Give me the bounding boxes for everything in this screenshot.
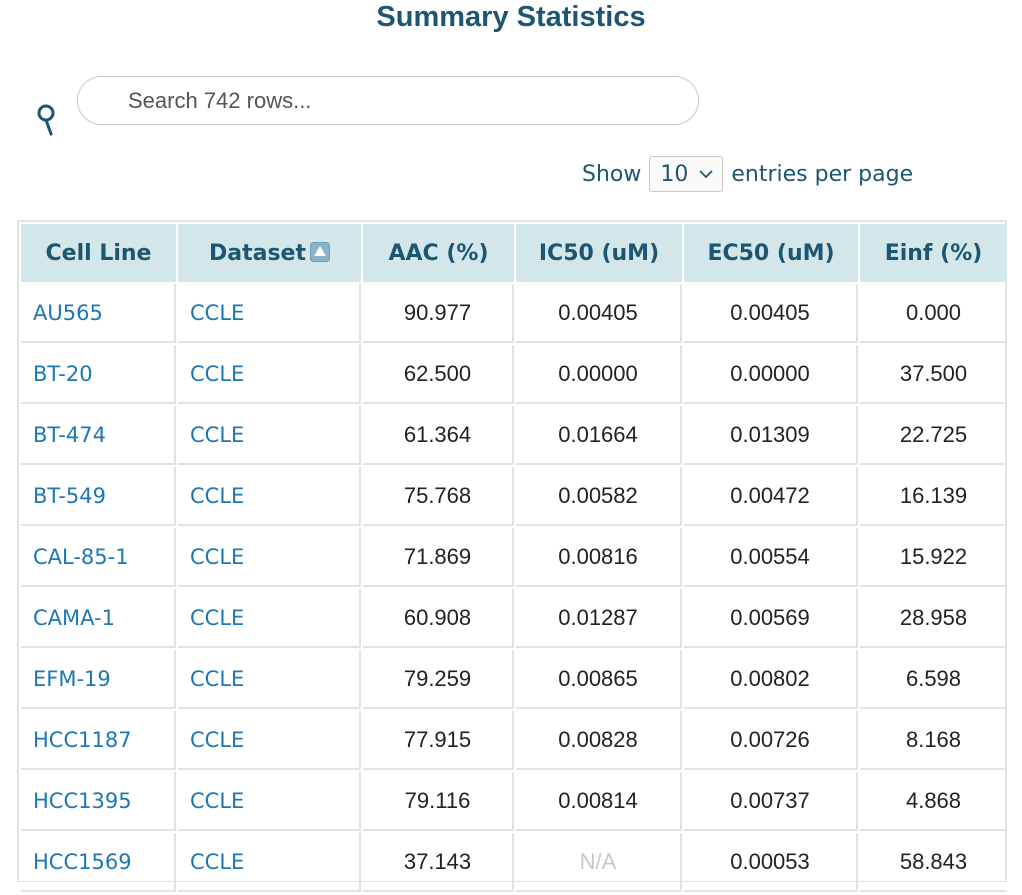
ec50-cell: 0.00569 [684,589,858,648]
aac-cell: 90.977 [363,284,514,343]
aac-cell: 71.869 [363,528,514,587]
cell-line-link[interactable]: HCC1569 [21,833,176,892]
sort-ascending-icon [310,241,330,262]
summary-table: Cell Line Dataset AAC (%) IC50 (uM) EC50… [19,222,1009,894]
ic50-cell: N/A [516,833,682,892]
table-row: HCC1187 CCLE 77.915 0.00828 0.00726 8.168 [21,711,1007,770]
einf-cell: 37.500 [860,345,1007,404]
ic50-cell: 0.00865 [516,650,682,709]
column-header-einf[interactable]: Einf (%) [860,224,1007,282]
cell-line-link[interactable]: AU565 [21,284,176,343]
ic50-cell: 0.00582 [516,467,682,526]
cell-line-link[interactable]: CAL-85-1 [21,528,176,587]
cell-line-link[interactable]: CAMA-1 [21,589,176,648]
ic50-cell: 0.00816 [516,528,682,587]
einf-cell: 16.139 [860,467,1007,526]
ec50-cell: 0.00000 [684,345,858,404]
dataset-link[interactable]: CCLE [178,467,361,526]
page-size-value: 10 [660,161,689,187]
aac-cell: 60.908 [363,589,514,648]
dataset-link[interactable]: CCLE [178,528,361,587]
table-row: BT-20 CCLE 62.500 0.00000 0.00000 37.500 [21,345,1007,404]
ec50-cell: 0.00472 [684,467,858,526]
table-row: HCC1395 CCLE 79.116 0.00814 0.00737 4.868 [21,772,1007,831]
search-input[interactable] [77,76,699,125]
entries-per-page-label: entries per page [731,161,914,187]
table-row: AU565 CCLE 90.977 0.00405 0.00405 0.000 [21,284,1007,343]
cell-line-link[interactable]: BT-20 [21,345,176,404]
aac-cell: 61.364 [363,406,514,465]
einf-cell: 28.958 [860,589,1007,648]
ic50-cell: 0.00828 [516,711,682,770]
einf-cell: 8.168 [860,711,1007,770]
dataset-link[interactable]: CCLE [178,772,361,831]
table-body: AU565 CCLE 90.977 0.00405 0.00405 0.000 BT-20 C… [21,284,1007,892]
column-header-dataset[interactable]: Dataset [178,224,361,282]
chevron-down-icon [699,170,714,179]
dataset-link[interactable]: CCLE [178,406,361,465]
page-size-control: Show 10 entries per page [582,155,913,193]
cell-line-link[interactable]: BT-549 [21,467,176,526]
table-row: EFM-19 CCLE 79.259 0.00865 0.00802 6.598 [21,650,1007,709]
ic50-cell: 0.00405 [516,284,682,343]
cell-line-link[interactable]: BT-474 [21,406,176,465]
einf-cell: 6.598 [860,650,1007,709]
ec50-cell: 0.00405 [684,284,858,343]
aac-cell: 62.500 [363,345,514,404]
cell-line-link[interactable]: HCC1187 [21,711,176,770]
ic50-cell: 0.01287 [516,589,682,648]
search-icon [37,104,55,136]
column-header-ic50[interactable]: IC50 (uM) [516,224,682,282]
dataset-link[interactable]: CCLE [178,589,361,648]
dataset-link[interactable]: CCLE [178,345,361,404]
dataset-link[interactable]: CCLE [178,711,361,770]
ic50-cell: 0.00814 [516,772,682,831]
cell-line-link[interactable]: HCC1395 [21,772,176,831]
cell-line-link[interactable]: EFM-19 [21,650,176,709]
dataset-link[interactable]: CCLE [178,833,361,892]
summary-table-container: Cell Line Dataset AAC (%) IC50 (uM) EC50… [17,220,1007,892]
ec50-cell: 0.00053 [684,833,858,892]
einf-cell: 58.843 [860,833,1007,892]
ec50-cell: 0.00554 [684,528,858,587]
table-row: CAMA-1 CCLE 60.908 0.01287 0.00569 28.958 [21,589,1007,648]
ec50-cell: 0.00802 [684,650,858,709]
einf-cell: 0.000 [860,284,1007,343]
table-row: BT-549 CCLE 75.768 0.00582 0.00472 16.139 [21,467,1007,526]
page-title: Summary Statistics [376,1,646,33]
einf-cell: 4.868 [860,772,1007,831]
dataset-link[interactable]: CCLE [178,284,361,343]
table-row: CAL-85-1 CCLE 71.869 0.00816 0.00554 15.922 [21,528,1007,587]
aac-cell: 79.259 [363,650,514,709]
aac-cell: 37.143 [363,833,514,892]
column-header-aac[interactable]: AAC (%) [363,224,514,282]
table-row: BT-474 CCLE 61.364 0.01664 0.01309 22.725 [21,406,1007,465]
ic50-cell: 0.00000 [516,345,682,404]
table-header-row: Cell Line Dataset AAC (%) IC50 (uM) EC50… [21,224,1007,282]
aac-cell: 75.768 [363,467,514,526]
page-size-select[interactable]: 10 [649,156,724,192]
column-header-ec50[interactable]: EC50 (uM) [684,224,858,282]
ec50-cell: 0.00737 [684,772,858,831]
aac-cell: 77.915 [363,711,514,770]
ic50-cell: 0.01664 [516,406,682,465]
ec50-cell: 0.00726 [684,711,858,770]
table-row: HCC1569 CCLE 37.143 N/A 0.00053 58.843 [21,833,1007,892]
ec50-cell: 0.01309 [684,406,858,465]
dataset-link[interactable]: CCLE [178,650,361,709]
aac-cell: 79.116 [363,772,514,831]
show-label: Show [582,161,642,187]
column-header-cell-line[interactable]: Cell Line [21,224,176,282]
einf-cell: 15.922 [860,528,1007,587]
einf-cell: 22.725 [860,406,1007,465]
